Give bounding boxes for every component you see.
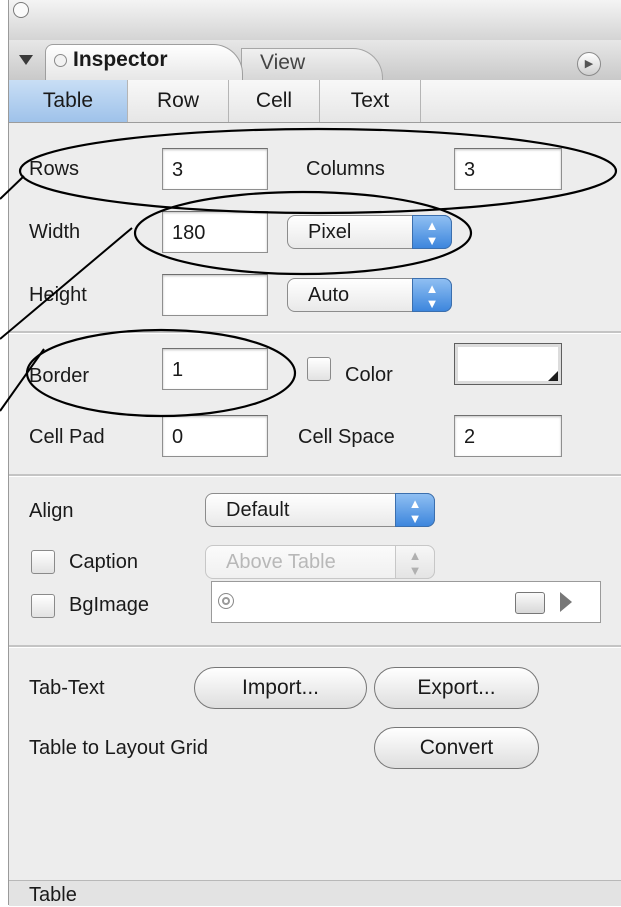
caption-checkbox[interactable]: [31, 550, 55, 574]
tab-view[interactable]: View: [241, 48, 383, 81]
circle-icon[interactable]: [13, 2, 29, 18]
subtab-cell[interactable]: Cell: [229, 80, 320, 122]
caption-position-value: Above Table: [226, 551, 336, 573]
disclosure-triangle-icon[interactable]: [19, 55, 33, 65]
border-label: Border: [29, 365, 90, 387]
up-down-arrows-icon: ▲ ▼: [395, 545, 435, 579]
color-well-corner: [548, 371, 558, 381]
status-bar: Table: [9, 880, 621, 906]
cellpad-label: Cell Pad: [29, 426, 105, 448]
caption-label: Caption: [69, 551, 138, 573]
align-value: Default: [226, 499, 290, 521]
cellspace-field[interactable]: 2: [454, 415, 562, 457]
cellpad-field[interactable]: 0: [162, 415, 268, 457]
up-down-arrows-icon: ▲ ▼: [412, 278, 452, 312]
section-divider: [9, 645, 621, 648]
status-text: Table: [29, 884, 77, 906]
layout-grid-label: Table to Layout Grid: [29, 737, 208, 759]
width-label: Width: [29, 221, 81, 243]
play-icon[interactable]: [560, 592, 572, 612]
border-field[interactable]: 1: [162, 348, 268, 390]
up-down-arrows-icon: ▲ ▼: [412, 215, 452, 249]
inspector-window: View Inspector ▶ Table Row Cell Text Row…: [8, 0, 621, 906]
height-field[interactable]: [162, 274, 268, 316]
height-unit-value: Auto: [308, 284, 350, 306]
height-label: Height: [29, 284, 87, 306]
columns-label: Columns: [306, 158, 385, 180]
rows-field[interactable]: 3: [162, 148, 268, 190]
width-unit-value: Pixel: [308, 221, 352, 243]
subtab-table[interactable]: Table: [9, 80, 128, 122]
import-button[interactable]: Import...: [194, 667, 367, 709]
section-divider: [9, 331, 621, 334]
tab-view-label: View: [260, 51, 306, 74]
color-label: Color: [345, 364, 393, 386]
folder-icon[interactable]: [515, 592, 545, 614]
subtab-row[interactable]: Row: [128, 80, 229, 122]
title-bar[interactable]: [9, 0, 621, 41]
cellspace-label: Cell Space: [298, 426, 395, 448]
bgimage-field[interactable]: [211, 581, 601, 623]
color-checkbox[interactable]: [307, 357, 331, 381]
convert-button[interactable]: Convert: [374, 727, 539, 769]
tab-inspector[interactable]: Inspector: [45, 44, 243, 81]
color-well[interactable]: [454, 343, 562, 385]
bgimage-checkbox[interactable]: [31, 594, 55, 618]
height-unit-popup[interactable]: Auto ▲ ▼: [287, 278, 452, 312]
arrow-circle-icon[interactable]: ▶: [577, 52, 601, 76]
caption-position-popup[interactable]: Above Table ▲ ▼: [205, 545, 435, 579]
width-unit-popup[interactable]: Pixel ▲ ▼: [287, 215, 452, 249]
width-field[interactable]: 180: [162, 211, 268, 253]
align-label: Align: [29, 500, 74, 522]
section-divider: [9, 474, 621, 477]
tabtext-label: Tab-Text: [29, 677, 105, 699]
target-icon[interactable]: [218, 593, 234, 609]
bgimage-label: BgImage: [69, 594, 150, 616]
up-down-arrows-icon: ▲ ▼: [395, 493, 435, 527]
export-button[interactable]: Export...: [374, 667, 539, 709]
subtab-text[interactable]: Text: [320, 80, 421, 122]
columns-field[interactable]: 3: [454, 148, 562, 190]
rows-label: Rows: [29, 158, 80, 180]
tab-close-icon[interactable]: [54, 54, 67, 67]
align-popup[interactable]: Default ▲ ▼: [205, 493, 435, 527]
tab-inspector-label: Inspector: [73, 48, 168, 71]
